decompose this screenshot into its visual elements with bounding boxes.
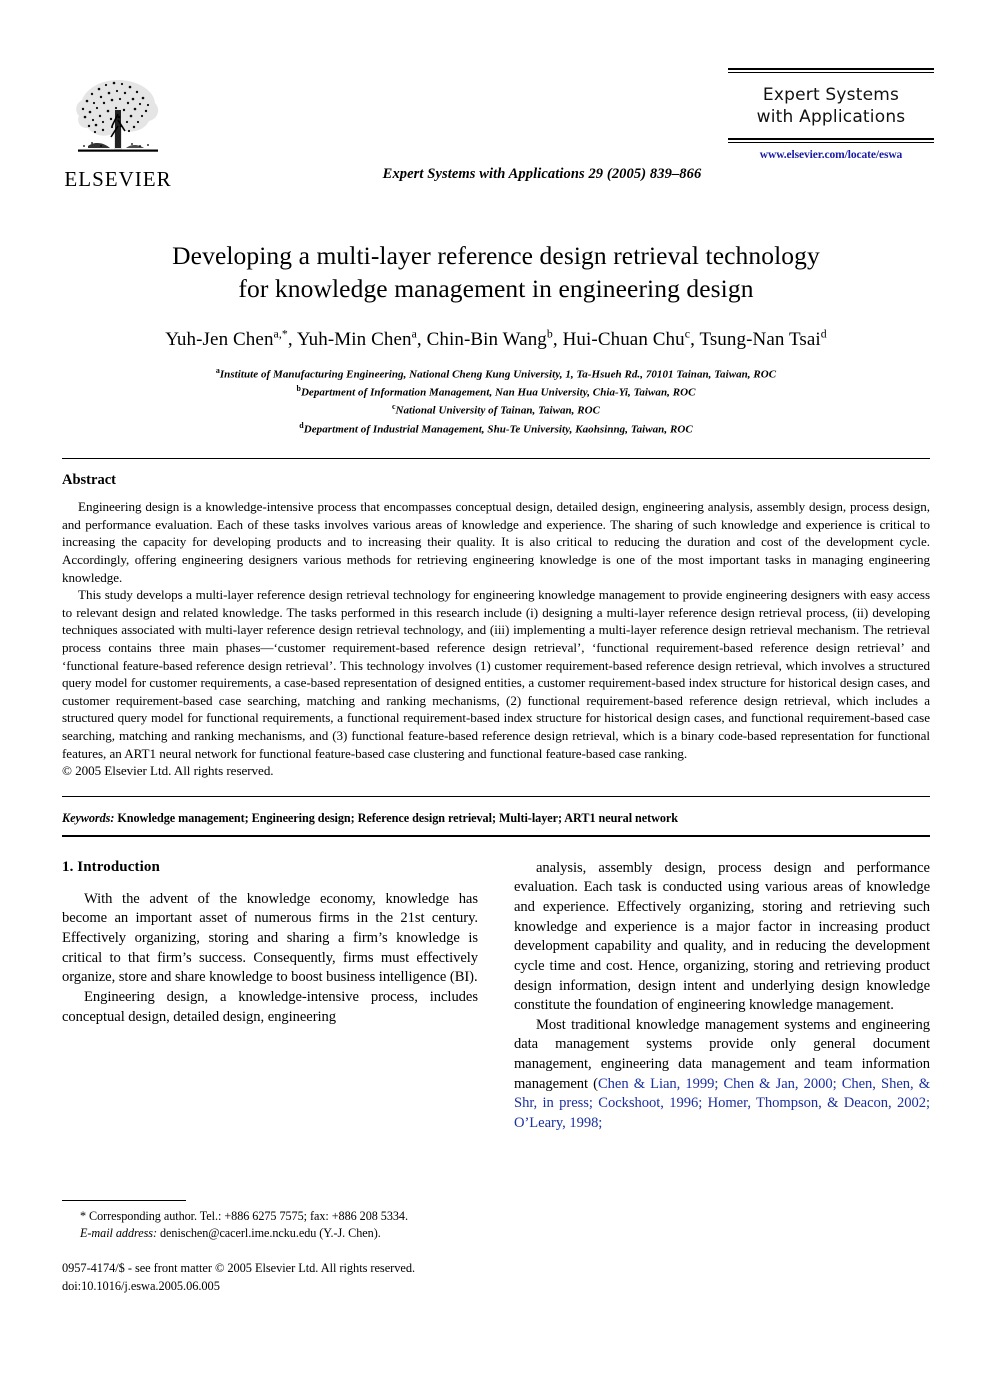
email-note: E-mail address: denischen@cacerl.ime.nck…: [62, 1225, 478, 1242]
title-block: Developing a multi-layer reference desig…: [70, 240, 922, 438]
author-entry: Tsung-Nan Tsaid: [699, 327, 827, 350]
affiliation-item: dDepartment of Industrial Management, Sh…: [70, 420, 922, 438]
keywords-line: Keywords: Knowledge management; Engineer…: [62, 811, 930, 826]
issn-copyright-line: 0957-4174/$ - see front matter © 2005 El…: [62, 1260, 416, 1275]
affiliation-item: bDepartment of Information Management, N…: [70, 383, 922, 401]
author-separator: ,: [552, 328, 563, 350]
keywords-text: Knowledge management; Engineering design…: [114, 810, 679, 825]
abstract-section: Abstract Engineering design is a knowled…: [62, 472, 930, 780]
body-paragraph-with-citations: Most traditional knowledge management sy…: [514, 1016, 930, 1134]
affiliation-item: cNational University of Tainan, Taiwan, …: [70, 401, 922, 419]
body-top-rule: [62, 834, 930, 837]
email-address: denischen@cacerl.ime.ncku.edu (Y.-J. Che…: [157, 1226, 381, 1241]
author-name: Hui-Chuan Chu: [562, 328, 685, 350]
affiliation-list: aInstitute of Manufacturing Engineering,…: [70, 365, 922, 439]
abstract-paragraph: Engineering design is a knowledge-intens…: [62, 499, 930, 585]
elsevier-tree-icon: [76, 80, 159, 152]
author-entry: Chin-Bin Wangb,: [426, 327, 563, 350]
journal-url-link[interactable]: www.elsevier.com/locate/eswa: [722, 149, 940, 161]
body-paragraph: With the advent of the knowledge economy…: [62, 890, 478, 986]
abstract-top-rule: [62, 458, 930, 460]
email-label: E-mail address:: [80, 1226, 157, 1241]
journal-badge-line1: Expert Systems: [762, 85, 900, 105]
author-separator: ,: [416, 328, 427, 350]
author-name: Yuh-Min Chen: [296, 328, 412, 350]
author-name: Tsung-Nan Tsai: [699, 328, 821, 350]
journal-badge: Expert Systems with Applications www.els…: [722, 68, 940, 161]
journal-badge-title: Expert Systems with Applications: [722, 73, 940, 138]
abstract-heading: Abstract: [62, 472, 116, 489]
author-name: Chin-Bin Wang: [426, 328, 547, 350]
journal-citation: Expert Systems with Applications 29 (200…: [382, 166, 702, 182]
publisher-name: ELSEVIER: [64, 167, 172, 191]
author-separator: ,: [287, 328, 297, 350]
paper-page: ELSEVIER Expert Systems with Application…: [0, 62, 992, 1385]
body-paragraph: analysis, assembly design, process desig…: [514, 859, 930, 1014]
corresponding-author-text: Corresponding author. Tel.: +886 6275 75…: [86, 1209, 408, 1223]
author-entry: Hui-Chuan Chuc,: [562, 327, 700, 350]
author-name: Yuh-Jen Chen: [165, 328, 274, 350]
paper-title-line1: Developing a multi-layer reference desig…: [172, 241, 820, 270]
badge-rule-bottom: [728, 137, 934, 143]
author-affiliation-marker: d: [820, 327, 827, 341]
left-column: 1. Introduction With the advent of the k…: [62, 859, 478, 1134]
doi-line: doi:10.1016/j.eswa.2005.06.005: [62, 1278, 220, 1293]
footnote-zone: * Corresponding author. Tel.: +886 6275 …: [62, 1200, 478, 1295]
author-affiliation-marker: a,*: [273, 327, 288, 341]
issn-block: 0957-4174/$ - see front matter © 2005 El…: [62, 1260, 478, 1296]
author-entry: Yuh-Min Chena,: [296, 327, 427, 350]
affiliation-text: National University of Tainan, Taiwan, R…: [395, 404, 601, 417]
keywords-label: Keywords:: [62, 810, 115, 825]
affiliation-item: aInstitute of Manufacturing Engineering,…: [70, 365, 922, 383]
paper-title-line2: for knowledge management in engineering …: [238, 273, 754, 303]
section-heading-introduction: 1. Introduction: [62, 858, 160, 875]
page-title: Developing a multi-layer reference desig…: [70, 240, 922, 305]
author-entry: Yuh-Jen Chena,*,: [165, 327, 297, 350]
author-list: Yuh-Jen Chena,*, Yuh-Min Chena, Chin-Bin…: [70, 327, 922, 350]
masthead: ELSEVIER Expert Systems with Application…: [62, 62, 940, 212]
publisher-logo: ELSEVIER: [62, 70, 174, 190]
body-columns: 1. Introduction With the advent of the k…: [62, 859, 930, 1134]
right-column: analysis, assembly design, process desig…: [514, 859, 930, 1134]
body-paragraph: Engineering design, a knowledge-intensiv…: [62, 988, 478, 1025]
journal-badge-line2: with Applications: [756, 107, 906, 128]
corresponding-author-note: * Corresponding author. Tel.: +886 6275 …: [62, 1208, 478, 1225]
abstract-paragraph: This study develops a multi-layer refere…: [62, 587, 930, 761]
affiliation-text: Institute of Manufacturing Engineering, …: [219, 368, 777, 381]
footnote-rule: [62, 1200, 186, 1201]
affiliation-text: Department of Industrial Management, Shu…: [303, 423, 693, 436]
abstract-copyright: © 2005 Elsevier Ltd. All rights reserved…: [62, 763, 274, 779]
keywords-top-rule: [62, 795, 930, 797]
affiliation-text: Department of Information Management, Na…: [300, 386, 696, 399]
